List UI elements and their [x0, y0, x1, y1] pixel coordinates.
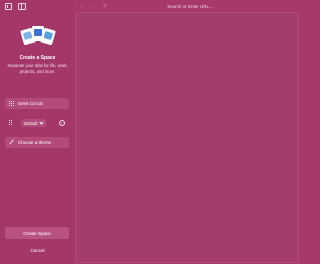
profile-select-value: Default: [24, 120, 38, 126]
sidebar-toggle-icon[interactable]: [18, 3, 26, 10]
create-space-sidebar: Create a Space Separate your tabs for li…: [0, 0, 75, 264]
profile-row: Default i: [5, 118, 69, 128]
create-space-title: Create a Space: [19, 55, 56, 61]
choose-theme-label: Choose a theme: [18, 140, 52, 145]
profile-select[interactable]: Default: [21, 119, 47, 127]
forward-arrow-icon[interactable]: →: [91, 3, 96, 9]
space-illustration: [20, 25, 56, 47]
url-bar[interactable]: Search or Enter URL...: [150, 3, 230, 10]
space-icon-picker-icon[interactable]: [9, 101, 14, 106]
drag-handle-icon[interactable]: [9, 120, 13, 126]
paintbrush-icon: [9, 140, 14, 145]
choose-theme-button[interactable]: Choose a theme: [5, 137, 69, 148]
main-content-area: ← → ↻ Search or Enter URL...: [75, 0, 300, 264]
back-arrow-icon[interactable]: ←: [79, 3, 84, 9]
page-content-panel: [75, 12, 299, 263]
browser-toolbar: ← → ↻ Search or Enter URL...: [75, 1, 300, 11]
reload-icon[interactable]: ↻: [103, 3, 107, 9]
create-space-description: Separate your tabs for life, work, proje…: [7, 63, 68, 74]
sidebar-top-icons: [5, 3, 26, 10]
space-name-value: Geek Circuit: [18, 101, 43, 106]
cancel-button[interactable]: Cancel: [0, 248, 75, 253]
illustration-card-center: [32, 26, 44, 41]
chevron-down-icon: [39, 119, 44, 125]
browser-window: Create a Space Separate your tabs for li…: [0, 0, 300, 264]
spaces-icon[interactable]: [5, 3, 12, 10]
create-space-button[interactable]: Create Space: [5, 227, 69, 239]
info-icon[interactable]: i: [59, 120, 65, 126]
space-name-field[interactable]: Geek Circuit: [5, 98, 69, 109]
